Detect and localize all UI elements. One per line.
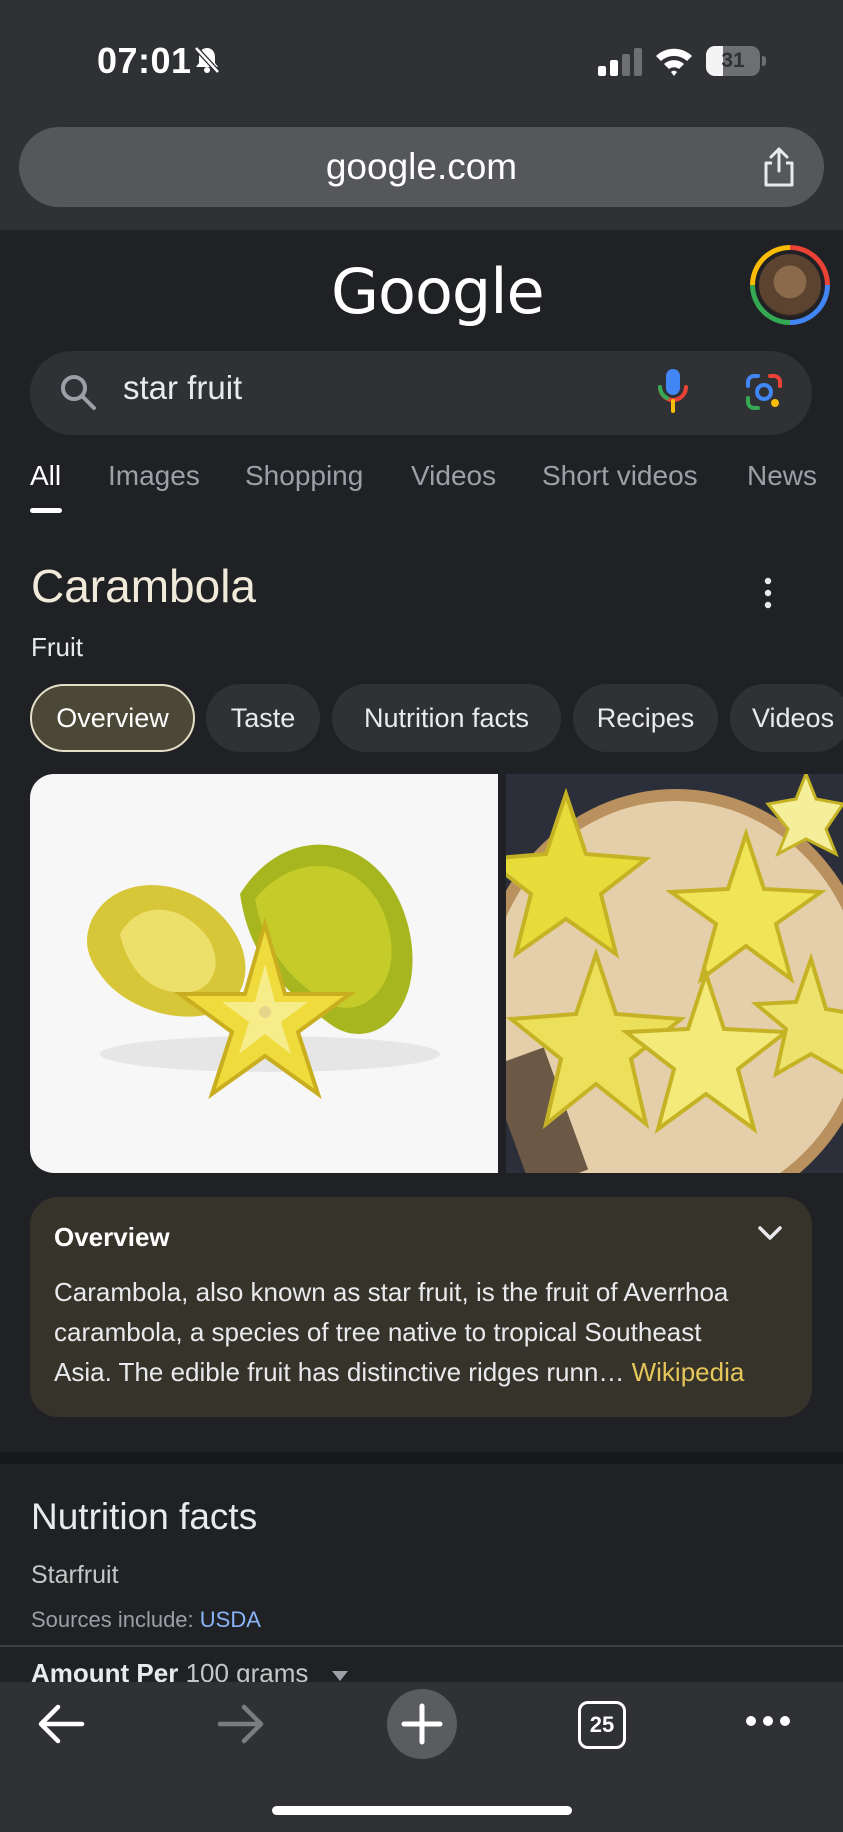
sources-label: Sources include: — [31, 1607, 200, 1632]
chip-videos[interactable]: Videos — [730, 684, 843, 752]
mic-icon[interactable] — [655, 367, 691, 415]
lens-icon[interactable] — [744, 372, 784, 412]
avatar[interactable] — [750, 245, 830, 325]
status-time: 07:01 — [97, 40, 192, 81]
dropdown-caret-icon[interactable] — [332, 1671, 348, 1681]
overview-ellipsis: … — [598, 1357, 632, 1387]
tab-shopping[interactable]: Shopping — [245, 460, 363, 492]
nutrition-rule — [0, 1645, 843, 1647]
battery-cap — [762, 56, 766, 66]
star-fruit-image-1[interactable] — [30, 774, 498, 1173]
home-indicator[interactable] — [272, 1806, 572, 1815]
tab-short-videos[interactable]: Short videos — [542, 460, 698, 492]
battery-percent: 31 — [721, 49, 745, 72]
google-logo[interactable]: Google — [331, 255, 545, 328]
more-vert-icon[interactable] — [758, 575, 778, 611]
back-icon[interactable] — [36, 1701, 86, 1747]
tab-all[interactable]: All — [30, 460, 61, 492]
signal-icon — [598, 48, 642, 76]
new-tab-button[interactable] — [387, 1689, 457, 1759]
star-fruit-illustration-1 — [87, 844, 440, 1100]
tab-videos[interactable]: Videos — [411, 460, 496, 492]
search-icon — [61, 375, 96, 410]
search-input[interactable]: star fruit — [123, 369, 242, 407]
address-bar[interactable]: google.com — [19, 127, 824, 207]
wifi-icon — [656, 48, 692, 76]
overview-text-line-2: carambola, a species of tree native to t… — [54, 1317, 702, 1347]
chip-overview[interactable]: Overview — [30, 684, 195, 752]
active-tab-underline — [30, 508, 62, 513]
forward-icon[interactable] — [216, 1701, 266, 1747]
tab-switcher-button[interactable]: 25 — [578, 1701, 626, 1749]
search-tabs: All Images Shopping Videos Short videos … — [0, 460, 843, 520]
nutrition-item-name: Starfruit — [31, 1561, 119, 1589]
share-icon[interactable] — [757, 145, 801, 189]
section-divider — [0, 1452, 843, 1464]
usda-link[interactable]: USDA — [200, 1607, 261, 1632]
tab-images[interactable]: Images — [108, 460, 200, 492]
overview-text-line-3-body: Asia. The edible fruit has distinctive r… — [54, 1357, 599, 1387]
plus-icon — [401, 1703, 443, 1745]
chevron-down-icon[interactable] — [757, 1222, 783, 1244]
chip-nutrition-facts[interactable]: Nutrition facts — [332, 684, 561, 752]
nutrition-facts-title: Nutrition facts — [31, 1496, 258, 1537]
overview-text-line-1: Carambola, also known as star fruit, is … — [54, 1277, 729, 1307]
more-horiz-icon[interactable] — [745, 1714, 791, 1728]
knowledge-panel-subtitle: Fruit — [31, 632, 83, 662]
nutrition-sources: Sources include: USDA — [31, 1607, 261, 1633]
battery-indicator: 31 — [706, 46, 766, 76]
url-text: google.com — [325, 146, 518, 187]
chip-taste[interactable]: Taste — [206, 684, 320, 752]
tab-news[interactable]: News — [747, 460, 817, 492]
bell-slash-icon — [194, 46, 220, 74]
chip-recipes[interactable]: Recipes — [573, 684, 718, 752]
overview-heading: Overview — [54, 1222, 170, 1252]
star-fruit-illustration-2 — [506, 774, 843, 1173]
wikipedia-link[interactable]: Wikipedia — [632, 1357, 745, 1387]
avatar-image — [759, 254, 821, 316]
overview-text-line-3: Asia. The edible fruit has distinctive r… — [54, 1357, 744, 1388]
knowledge-panel-title: Carambola — [31, 560, 256, 612]
star-fruit-image-2[interactable] — [506, 774, 843, 1173]
